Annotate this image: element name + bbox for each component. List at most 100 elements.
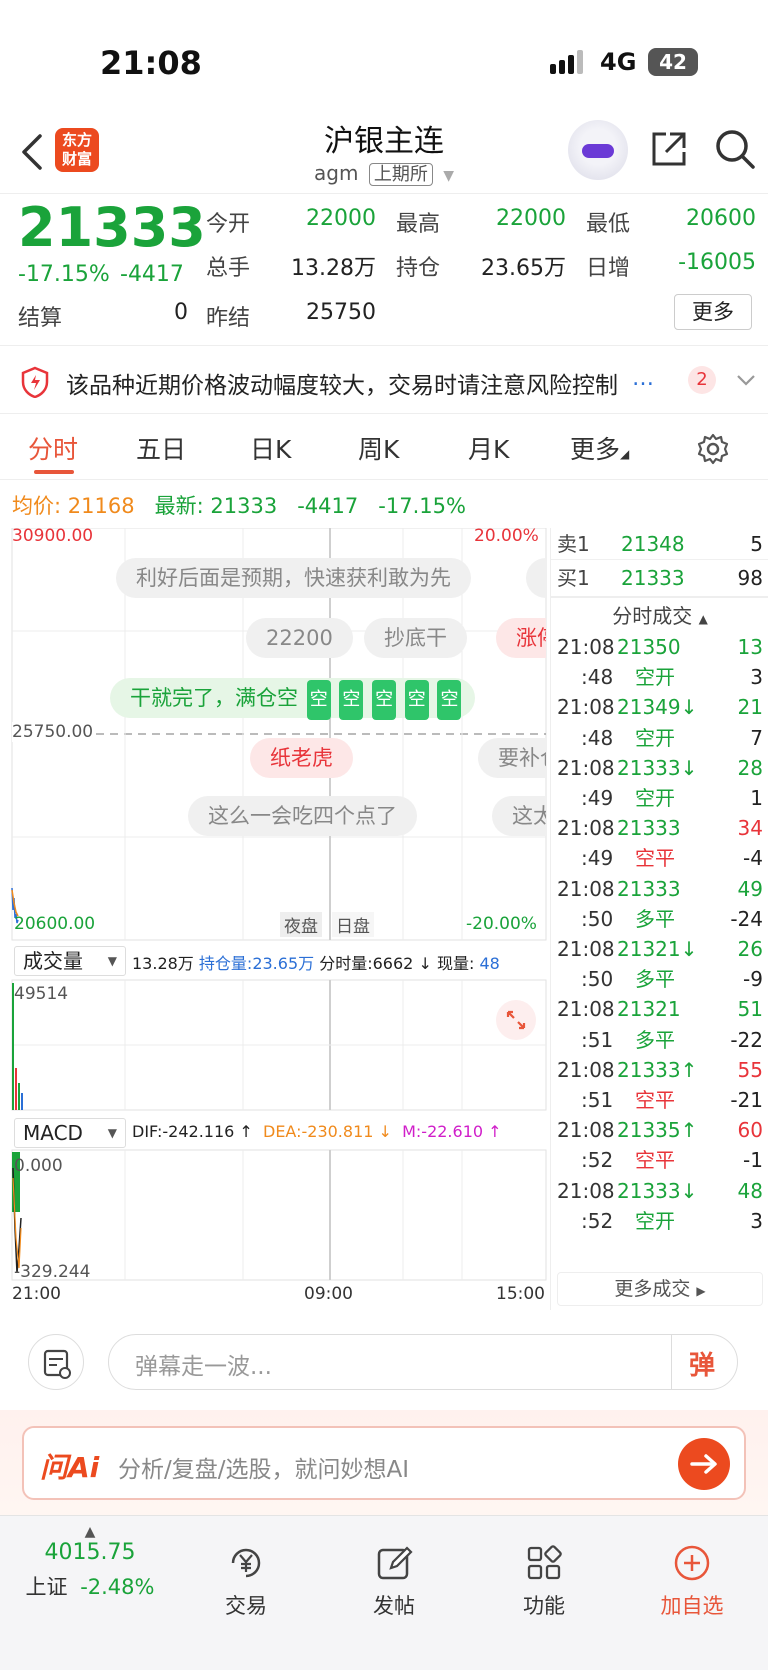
tick-row: 21:08 21335↑ 60: [551, 1115, 768, 1147]
volume-total: 13.28万: [132, 954, 194, 973]
high-label: 最高: [396, 212, 441, 237]
network-type: 4G: [600, 48, 637, 76]
tick-volume: 26: [737, 937, 763, 961]
search-icon[interactable]: [714, 128, 756, 170]
macd-dif: DIF:-242.116: [132, 1122, 235, 1141]
tick-price: 多平: [635, 1027, 675, 1052]
tick-time: :50: [581, 967, 614, 992]
ai-input-placeholder: 分析/复盘/选股，就问妙想AI: [118, 1457, 410, 1483]
chart-info-line: 均价: 21168 最新: 21333 -4417 -17.15%: [12, 490, 466, 520]
tick-volume-value: 6662: [372, 954, 414, 973]
down-arrow-icon: ↓: [418, 954, 432, 973]
danmu-bubble: 抄底干: [364, 618, 467, 658]
divider: [551, 596, 768, 598]
edit-post-icon: [377, 1546, 413, 1580]
up-arrow-icon: ↑: [488, 1122, 502, 1141]
macd-indicator-select[interactable]: MACD ▼: [14, 1118, 126, 1148]
tick-price: 空开: [635, 1208, 675, 1233]
nav-functions-label: 功能: [523, 1594, 565, 1618]
ask-label: 卖1: [557, 532, 590, 556]
tick-time: :51: [581, 1088, 614, 1112]
ticks-list: 21:08 21350 13:48 空开 3 21:08 21349↓ 21:48 空开 7 21:…: [551, 632, 768, 1236]
tick-row: 21:08 21321 51: [551, 994, 768, 1026]
tick-time: 21:08: [557, 695, 615, 720]
nav-functions[interactable]: 功能: [484, 1542, 604, 1620]
ask-price: 21348: [621, 532, 685, 556]
index-ticker[interactable]: ▲ 4015.75 上证 -2.48%: [20, 1524, 160, 1601]
danmu-settings-icon[interactable]: [28, 1334, 84, 1390]
ticks-header[interactable]: 分时成交 ▲: [551, 600, 768, 629]
tick-volume: 60: [737, 1118, 763, 1143]
volume-label: 总手: [206, 256, 251, 281]
ai-input[interactable]: 问Ai 分析/复盘/选股，就问妙想AI: [22, 1426, 746, 1500]
tab-daily-k[interactable]: 日K: [250, 430, 291, 466]
current-volume-label: 现量:: [436, 954, 475, 973]
tick-price: 21350: [617, 635, 681, 659]
tab-more[interactable]: 更多◢: [570, 430, 629, 466]
tick-time: 21:08: [557, 1118, 615, 1143]
oi-label: 持仓量:: [198, 954, 253, 973]
index-change: -2.48%: [80, 1575, 155, 1599]
ticks-header-label: 分时成交: [612, 604, 693, 628]
volume-selector-label: 成交量: [23, 949, 83, 973]
active-tab-indicator: [34, 470, 74, 474]
danmu-bubble: 涨停: [496, 618, 546, 658]
nav-trade[interactable]: 交易: [186, 1542, 306, 1620]
bid-row: 买1 21333 98: [551, 562, 768, 594]
volume-stats: 13.28万 持仓量:23.65万 分时量:6662 ↓ 现量: 48: [132, 950, 546, 974]
tick-row: 21:08 21333 49: [551, 874, 768, 906]
tick-price: 空开: [635, 665, 675, 690]
dropdown-caret-icon: ▼: [443, 168, 454, 184]
tick-row: 21:08 21333 34: [551, 813, 768, 845]
danmu-bubble: 利好后面是预期，快速获利敢为先: [116, 558, 471, 598]
tick-volume: -21: [730, 1088, 763, 1112]
tick-volume: -4: [743, 846, 763, 871]
tick-time: 21:08: [557, 635, 615, 659]
danmu-bubble: 22200: [246, 618, 353, 658]
tick-price: 21333↓: [617, 1178, 698, 1203]
expand-chart-icon[interactable]: [496, 1000, 536, 1040]
tab-five-day[interactable]: 五日: [136, 430, 186, 466]
tick-price: 21333↑: [617, 1057, 698, 1082]
instrument-code: agm: [314, 161, 359, 185]
tick-price: 空平: [635, 1148, 675, 1173]
more-fields-button[interactable]: 更多: [674, 294, 752, 330]
battery-icon: 42: [648, 48, 698, 76]
shield-warning-icon: [21, 366, 49, 398]
ai-submit-arrow-icon[interactable]: [678, 1438, 730, 1490]
ai-assistant-avatar[interactable]: [568, 120, 628, 180]
ai-assistant-bar: 问Ai 分析/复盘/选股，就问妙想AI: [0, 1410, 768, 1515]
divider: [671, 1335, 672, 1389]
tick-volume: -22: [730, 1027, 763, 1052]
tick-row: :51 空平 -21: [551, 1085, 768, 1117]
danmu-bubble: 要补仓: [478, 738, 546, 778]
open-value: 22000: [306, 206, 376, 231]
danmu-emoji-icon: 空: [404, 680, 429, 720]
tick-row: :51 多平 -22: [551, 1025, 768, 1057]
tick-row: 21:08 21321↓ 26: [551, 934, 768, 966]
tick-row: 21:08 21349↓ 21: [551, 692, 768, 724]
tab-weekly-k[interactable]: 周K: [358, 430, 399, 466]
tab-intraday[interactable]: 分时: [28, 430, 78, 466]
danmu-send-icon[interactable]: 弹: [689, 1345, 715, 1382]
more-ticks-button[interactable]: 更多成交 ▶: [557, 1272, 763, 1306]
order-book-panel: 卖1 21348 5 买1 21333 98 分时成交 ▲ 21:08 21350…: [550, 528, 768, 1310]
danmu-input[interactable]: 弹幕走一波... 弹: [108, 1334, 738, 1390]
volume-indicator-select[interactable]: 成交量 ▼: [14, 946, 126, 976]
latest-label: 最新:: [154, 494, 204, 518]
nav-post[interactable]: 发帖: [334, 1542, 454, 1620]
tab-monthly-k[interactable]: 月K: [468, 430, 509, 466]
chevron-down-icon[interactable]: [736, 374, 756, 388]
tick-price: 21321: [617, 997, 681, 1022]
avg-label: 均价:: [12, 494, 62, 518]
tick-volume: 48: [737, 1178, 763, 1203]
share-icon[interactable]: [648, 128, 690, 170]
tick-volume: 49: [737, 876, 763, 901]
tick-volume: 34: [737, 816, 763, 841]
risk-warning-bar[interactable]: 该品种近期价格波动幅度较大，交易时请注意风险控制 … 2: [0, 350, 768, 414]
settings-gear-icon[interactable]: [696, 432, 730, 466]
tick-price: 21349↓: [617, 695, 698, 720]
nav-add-watchlist[interactable]: 加自选: [632, 1542, 752, 1620]
tick-time: :49: [581, 846, 614, 871]
intraday-chart[interactable]: 30900.00 20.00% 25750.00 20600.00 -20.00…: [0, 526, 548, 1308]
